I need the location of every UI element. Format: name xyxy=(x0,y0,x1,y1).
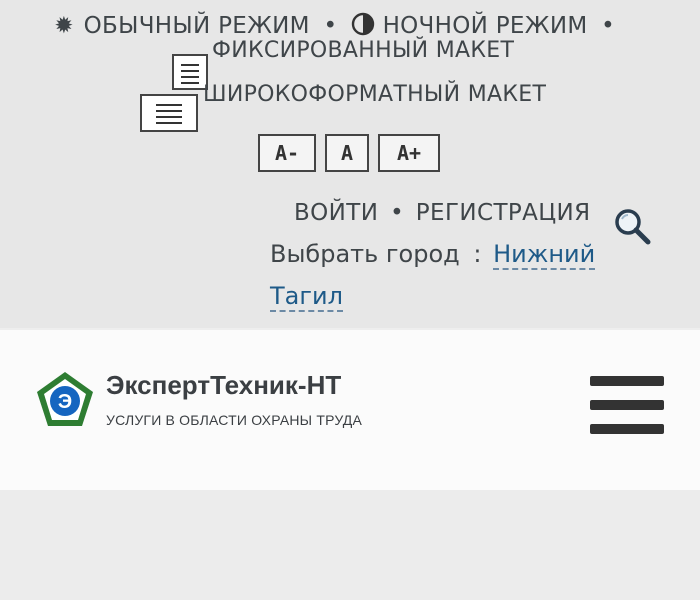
night-mode-link[interactable]: НОЧНОЙ РЕЖИМ xyxy=(383,13,588,39)
company-logo[interactable]: Э xyxy=(34,370,96,432)
city-colon: : xyxy=(473,240,482,268)
font-increase-button[interactable]: A+ xyxy=(378,134,440,172)
page-content-area xyxy=(0,490,700,600)
normal-mode-link[interactable]: ОБЫЧНЫЙ РЕЖИМ xyxy=(84,13,310,39)
moon-icon[interactable] xyxy=(351,12,375,36)
font-normal-button[interactable]: A xyxy=(325,134,369,172)
city-label: Выбрать город xyxy=(270,240,460,268)
login-link[interactable]: ВОЙТИ xyxy=(294,200,378,226)
brand-subtitle: УСЛУГИ В ОБЛАСТИ ОХРАНЫ ТРУДА xyxy=(106,412,363,428)
separator: • xyxy=(390,200,405,226)
separator: • xyxy=(601,13,615,39)
wide-layout-icon[interactable] xyxy=(140,94,198,132)
display-mode-row: ✹ ОБЫЧНЫЙ РЕЖИМ • НОЧНОЙ РЕЖИМ • xyxy=(52,12,621,39)
logo-letter: Э xyxy=(58,391,72,413)
accessibility-bar: ✹ ОБЫЧНЫЙ РЕЖИМ • НОЧНОЙ РЕЖИМ • ФИКСИРО… xyxy=(0,0,700,328)
sun-icon[interactable]: ✹ xyxy=(52,13,76,39)
brand-name[interactable]: ЭкспертТехник-НТ xyxy=(106,370,341,401)
separator: • xyxy=(323,13,338,39)
city-selector: Выбрать город : Нижний xyxy=(270,240,596,270)
register-link[interactable]: РЕГИСТРАЦИЯ xyxy=(416,200,591,226)
font-decrease-button[interactable]: A- xyxy=(258,134,316,172)
search-icon[interactable] xyxy=(612,206,652,246)
hamburger-menu-icon[interactable] xyxy=(590,376,664,440)
city-link-continued[interactable]: Тагил xyxy=(270,282,343,312)
auth-row: ВОЙТИ • РЕГИСТРАЦИЯ xyxy=(294,200,591,226)
fixed-layout-link[interactable]: ФИКСИРОВАННЫЙ МАКЕТ xyxy=(212,38,514,63)
city-link[interactable]: Нижний xyxy=(493,240,596,270)
wide-layout-link[interactable]: ШИРОКОФОРМАТНЫЙ МАКЕТ xyxy=(203,82,546,107)
